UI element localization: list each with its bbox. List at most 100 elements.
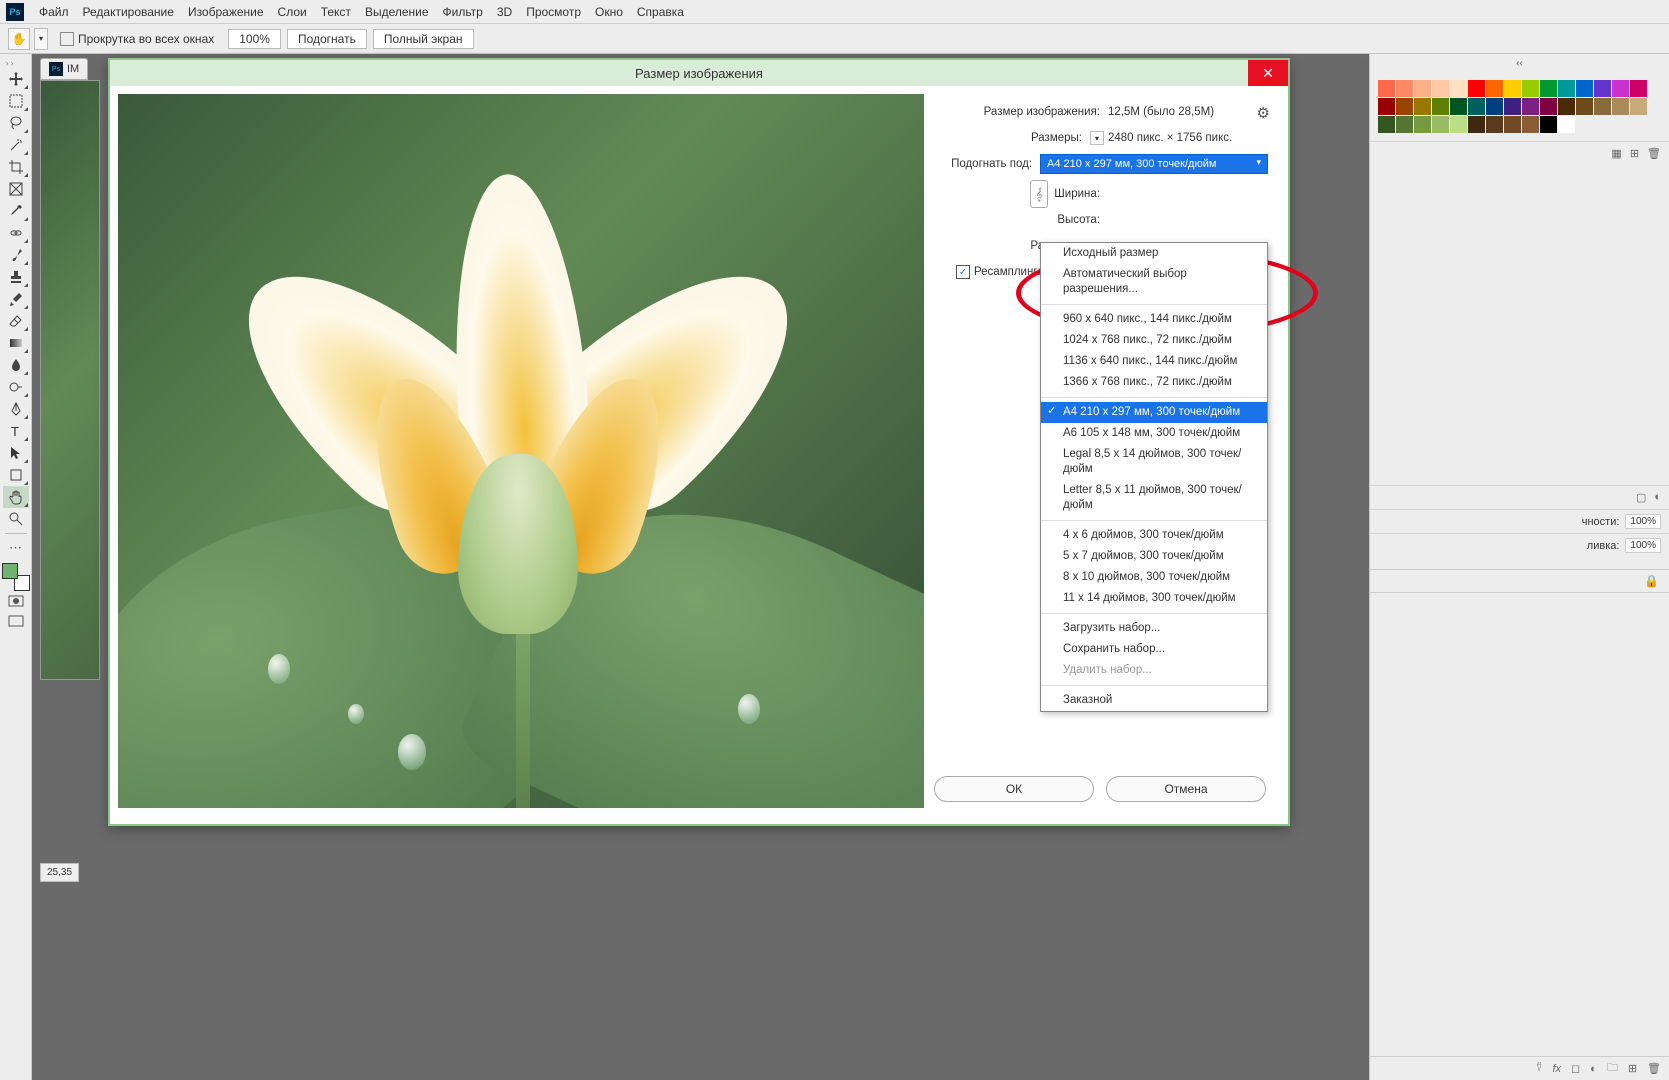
menu-text[interactable]: Текст bbox=[321, 5, 351, 19]
filter-adj-icon[interactable]: ◐ bbox=[1654, 491, 1661, 504]
eraser-tool[interactable] bbox=[3, 310, 29, 332]
resample-checkbox[interactable]: ✓ bbox=[956, 265, 970, 279]
swatch[interactable] bbox=[1486, 80, 1503, 97]
fill-field[interactable]: 100% bbox=[1625, 538, 1661, 553]
screenmode-toggle[interactable] bbox=[6, 614, 26, 628]
swatch[interactable] bbox=[1630, 80, 1647, 97]
zoom-field[interactable]: 100% bbox=[228, 29, 281, 49]
swatch[interactable] bbox=[1540, 98, 1557, 115]
scroll-all-checkbox[interactable] bbox=[60, 32, 74, 46]
dd-5x7[interactable]: 5 x 7 дюймов, 300 точек/дюйм bbox=[1041, 546, 1267, 567]
dd-4x6[interactable]: 4 x 6 дюймов, 300 точек/дюйм bbox=[1041, 525, 1267, 546]
dodge-tool[interactable] bbox=[3, 376, 29, 398]
fx-icon[interactable]: fx bbox=[1552, 1063, 1561, 1075]
close-button[interactable]: ✕ bbox=[1248, 60, 1288, 86]
swatch[interactable] bbox=[1630, 98, 1647, 115]
healing-tool[interactable] bbox=[3, 222, 29, 244]
swatch[interactable] bbox=[1450, 116, 1467, 133]
swatch[interactable] bbox=[1378, 116, 1395, 133]
delete-layer-icon[interactable]: 🗑 bbox=[1647, 1062, 1661, 1075]
brush-tool[interactable] bbox=[3, 244, 29, 266]
marquee-tool[interactable] bbox=[3, 90, 29, 112]
constrain-link-icon[interactable]: 𝄞 bbox=[1030, 180, 1048, 208]
new-layer-icon[interactable]: ⊞ bbox=[1628, 1062, 1637, 1075]
stamp-tool[interactable] bbox=[3, 266, 29, 288]
swatch[interactable] bbox=[1576, 80, 1593, 97]
fit-button[interactable]: Подогнать bbox=[287, 29, 367, 49]
frame-tool[interactable] bbox=[3, 178, 29, 200]
swatch[interactable] bbox=[1558, 116, 1575, 133]
dd-save-preset[interactable]: Сохранить набор... bbox=[1041, 639, 1267, 660]
edit-toolbar[interactable]: ⋯ bbox=[3, 537, 29, 559]
menu-filter[interactable]: Фильтр bbox=[443, 5, 483, 19]
menu-select[interactable]: Выделение bbox=[365, 5, 429, 19]
swatch[interactable] bbox=[1378, 80, 1395, 97]
swatch[interactable] bbox=[1486, 116, 1503, 133]
swatch[interactable] bbox=[1504, 80, 1521, 97]
crop-tool[interactable] bbox=[3, 156, 29, 178]
left-collapse-icon[interactable]: ‹‹ bbox=[1360, 56, 1367, 67]
swatch[interactable] bbox=[1396, 98, 1413, 115]
blur-tool[interactable] bbox=[3, 354, 29, 376]
history-brush-tool[interactable] bbox=[3, 288, 29, 310]
lasso-tool[interactable] bbox=[3, 112, 29, 134]
menu-view[interactable]: Просмотр bbox=[526, 5, 581, 19]
dd-8x10[interactable]: 8 x 10 дюймов, 300 точек/дюйм bbox=[1041, 567, 1267, 588]
mask-icon[interactable]: ◻ bbox=[1571, 1062, 1580, 1075]
shape-tool[interactable] bbox=[3, 464, 29, 486]
move-tool[interactable] bbox=[3, 68, 29, 90]
dd-custom[interactable]: Заказной bbox=[1041, 690, 1267, 711]
group-icon[interactable]: 🗀 bbox=[1607, 1059, 1618, 1078]
swatch[interactable] bbox=[1414, 116, 1431, 133]
dd-legal[interactable]: Legal 8,5 x 14 дюймов, 300 точек/дюйм bbox=[1041, 444, 1267, 480]
swatch[interactable] bbox=[1504, 98, 1521, 115]
menu-3d[interactable]: 3D bbox=[497, 5, 512, 19]
dd-original[interactable]: Исходный размер bbox=[1041, 243, 1267, 264]
link-layers-icon[interactable]: ⍢ bbox=[1536, 1062, 1543, 1075]
swatch[interactable] bbox=[1522, 80, 1539, 97]
swatch[interactable] bbox=[1396, 116, 1413, 133]
swatch[interactable] bbox=[1612, 80, 1629, 97]
swatch[interactable] bbox=[1522, 98, 1539, 115]
dd-auto-res[interactable]: Автоматический выбор разрешения... bbox=[1041, 264, 1267, 300]
dd-a4[interactable]: A4 210 x 297 мм, 300 точек/дюйм bbox=[1041, 402, 1267, 423]
gradient-tool[interactable] bbox=[3, 332, 29, 354]
pen-tool[interactable] bbox=[3, 398, 29, 420]
swatch[interactable] bbox=[1468, 80, 1485, 97]
swatch[interactable] bbox=[1396, 80, 1413, 97]
fit-preset-select[interactable]: A4 210 x 297 мм, 300 точек/дюйм bbox=[1040, 154, 1268, 174]
swatch[interactable] bbox=[1432, 116, 1449, 133]
swatch[interactable] bbox=[1468, 98, 1485, 115]
swatches-panel[interactable] bbox=[1370, 72, 1669, 141]
magic-wand-tool[interactable] bbox=[3, 134, 29, 156]
dd-1366[interactable]: 1366 x 768 пикс., 72 пикс./дюйм bbox=[1041, 372, 1267, 393]
swatch[interactable] bbox=[1486, 98, 1503, 115]
hand-tool-icon[interactable]: ✋ bbox=[8, 28, 30, 50]
panel-collapse-icon[interactable]: ‹‹ bbox=[1370, 54, 1669, 72]
swatch[interactable] bbox=[1432, 80, 1449, 97]
hand-tool[interactable] bbox=[3, 486, 29, 508]
lock-icon[interactable]: 🔒 bbox=[1644, 574, 1659, 588]
swatch[interactable] bbox=[1540, 80, 1557, 97]
color-swatches[interactable] bbox=[2, 563, 30, 591]
menu-window[interactable]: Окно bbox=[595, 5, 623, 19]
trash-icon[interactable]: 🗑 bbox=[1647, 147, 1661, 160]
swatch[interactable] bbox=[1594, 98, 1611, 115]
menu-image[interactable]: Изображение bbox=[188, 5, 264, 19]
swatch[interactable] bbox=[1558, 98, 1575, 115]
swatch[interactable] bbox=[1468, 116, 1485, 133]
fullscreen-button[interactable]: Полный экран bbox=[373, 29, 474, 49]
filter-img-icon[interactable]: ▢ bbox=[1636, 491, 1646, 504]
swatch[interactable] bbox=[1432, 98, 1449, 115]
swatch[interactable] bbox=[1378, 98, 1395, 115]
swatch[interactable] bbox=[1450, 98, 1467, 115]
dim-unit-dropdown[interactable]: ▾ bbox=[1090, 131, 1104, 145]
swatch[interactable] bbox=[1594, 80, 1611, 97]
new-swatch-icon[interactable]: ⊞ bbox=[1630, 147, 1639, 160]
type-tool[interactable]: T bbox=[3, 420, 29, 442]
dd-letter[interactable]: Letter 8,5 x 11 дюймов, 300 точек/дюйм bbox=[1041, 480, 1267, 516]
opacity-field[interactable]: 100% bbox=[1625, 514, 1661, 529]
quickmask-toggle[interactable] bbox=[6, 594, 26, 608]
swatch[interactable] bbox=[1576, 98, 1593, 115]
swatch[interactable] bbox=[1504, 116, 1521, 133]
